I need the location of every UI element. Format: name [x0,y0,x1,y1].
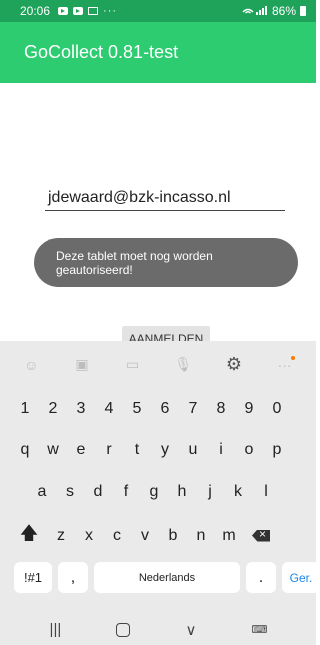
key-c[interactable]: c [106,520,128,551]
key-6[interactable]: 6 [154,393,176,424]
emoji-icon[interactable]: ☺ [19,353,43,377]
key-5[interactable]: 5 [126,393,148,424]
key-z[interactable]: z [50,520,72,551]
space-key[interactable]: Nederlands [94,562,240,593]
key-row-bottom-letters: 🡅 z x c v b n m [14,520,276,551]
keyboard-toolbar: ☺ ▣ ▭ 🎙 ⚙ ··· [0,341,316,388]
battery-icon [300,6,306,16]
key-y[interactable]: y [154,434,176,465]
key-0[interactable]: 0 [266,393,288,424]
key-9[interactable]: 9 [238,393,260,424]
shift-arrow-icon: 🡅 [19,522,39,543]
toast-message: Deze tablet moet nog worden geautoriseer… [34,238,298,287]
shift-key[interactable]: 🡅 [14,520,44,551]
keyboard-switch-icon[interactable]: ⌨ [252,623,268,636]
youtube-notification-icon-2 [73,7,84,15]
youtube-notification-icon [58,7,69,15]
key-p[interactable]: p [266,434,288,465]
status-right: 86% [242,4,306,18]
more-notifications-indicator: ··· [103,5,118,17]
key-r[interactable]: r [98,434,120,465]
key-8[interactable]: 8 [210,393,232,424]
go-key[interactable]: Ger. [282,562,320,593]
key-d[interactable]: d [87,476,109,507]
key-2[interactable]: 2 [42,393,64,424]
key-7[interactable]: 7 [182,393,204,424]
key-v[interactable]: v [134,520,156,551]
key-4[interactable]: 4 [98,393,120,424]
mic-icon[interactable]: 🎙 [171,353,195,377]
key-j[interactable]: j [199,476,221,507]
toast-text: Deze tablet moet nog worden geautoriseer… [56,249,213,277]
gif-icon[interactable]: ▭ [121,353,145,377]
key-o[interactable]: o [238,434,260,465]
app-bar: GoCollect 0.81-test [0,22,316,83]
key-s[interactable]: s [59,476,81,507]
key-e[interactable]: e [70,434,92,465]
navigation-bar: ||| ∨ ⌨ [0,614,316,645]
key-row-top-letters: q w e r t y u i o p [14,434,288,465]
comma-key[interactable]: , [58,562,88,593]
key-l[interactable]: l [255,476,277,507]
period-key[interactable]: . [246,562,276,593]
email-field[interactable]: jdewaard@bzk-incasso.nl [45,187,285,211]
key-row-numbers: 1 2 3 4 5 6 7 8 9 0 [14,393,288,424]
key-x[interactable]: x [78,520,100,551]
backspace-key[interactable] [246,520,276,551]
key-f[interactable]: f [115,476,137,507]
gear-icon[interactable]: ⚙ [222,353,246,377]
back-button[interactable]: ∨ [185,621,196,639]
backspace-icon [252,529,270,542]
home-button[interactable] [116,622,131,637]
status-bar: 20:06 ··· 86% [0,0,316,22]
recents-button[interactable]: ||| [50,621,62,638]
status-time: 20:06 [20,4,51,18]
key-k[interactable]: k [227,476,249,507]
key-a[interactable]: a [31,476,53,507]
key-q[interactable]: q [14,434,36,465]
key-u[interactable]: u [182,434,204,465]
key-b[interactable]: b [162,520,184,551]
symbols-key[interactable]: !#1 [14,562,52,593]
key-n[interactable]: n [190,520,212,551]
key-1[interactable]: 1 [14,393,36,424]
key-h[interactable]: h [171,476,193,507]
key-m[interactable]: m [218,520,240,551]
image-notification-icon [88,7,99,15]
app-title: GoCollect 0.81-test [24,42,179,62]
key-g[interactable]: g [143,476,165,507]
battery-percent: 86% [271,4,296,18]
signal-icon [242,4,268,18]
more-icon[interactable]: ··· [273,353,297,377]
key-row-bottom: !#1 , Nederlands . Ger. [14,562,320,593]
key-row-middle-letters: a s d f g h j k l [31,476,277,507]
key-3[interactable]: 3 [70,393,92,424]
key-i[interactable]: i [210,434,232,465]
key-w[interactable]: w [42,434,64,465]
key-t[interactable]: t [126,434,148,465]
sticker-icon[interactable]: ▣ [70,353,94,377]
